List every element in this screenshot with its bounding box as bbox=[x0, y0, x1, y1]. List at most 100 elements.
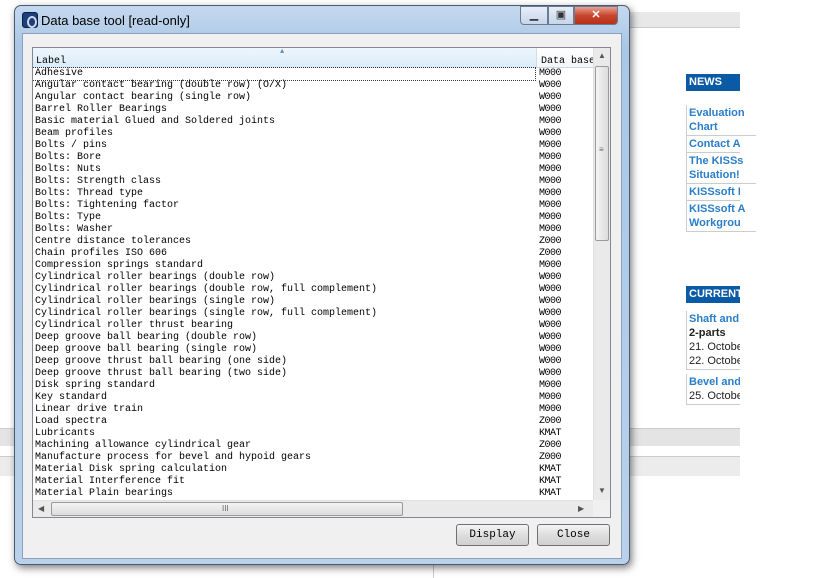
event-date: 22. Octobe bbox=[689, 355, 740, 367]
row-database: W000 bbox=[539, 308, 562, 319]
row-database: M000 bbox=[539, 164, 562, 175]
row-database: M000 bbox=[539, 200, 562, 211]
row-database: M000 bbox=[539, 392, 562, 403]
table-row[interactable]: Material Interference fit KMAT bbox=[33, 476, 593, 488]
table-row[interactable]: Manufacture process for bevel and hypoid… bbox=[33, 452, 593, 464]
event-title[interactable]: Shaft and bbox=[689, 312, 740, 326]
vertical-scroll-thumb[interactable]: ≡ bbox=[595, 66, 609, 241]
column-header-label[interactable]: Label bbox=[33, 48, 537, 68]
table-row[interactable]: Bolts: Thread type M000 bbox=[33, 188, 593, 200]
row-label: Machining allowance cylindrical gear bbox=[35, 440, 252, 451]
table-row[interactable]: Deep groove thrust ball bearing (one sid… bbox=[33, 356, 593, 368]
row-label: Angular contact bearing (double row) (O/… bbox=[35, 80, 288, 91]
table-row[interactable]: Cylindrical roller bearings (double row)… bbox=[33, 272, 593, 284]
table-row[interactable]: Material Plain bearings KMAT bbox=[33, 488, 593, 500]
maximize-icon: ▣ bbox=[555, 9, 567, 21]
event-item[interactable]: Shaft and 2-parts 21. Octobe 22. Octobe bbox=[686, 311, 740, 370]
scroll-left-icon[interactable]: ◀ bbox=[38, 504, 44, 513]
row-database: W000 bbox=[539, 104, 562, 115]
list-header: Label ▲ Data base bbox=[33, 48, 594, 68]
row-label: Key standard bbox=[35, 392, 108, 403]
scrollbar-corner bbox=[593, 500, 610, 517]
row-label: Bolts / pins bbox=[35, 140, 108, 151]
table-row[interactable]: Linear drive train M000 bbox=[33, 404, 593, 416]
close-window-button[interactable]: ✕ bbox=[574, 6, 618, 25]
table-row[interactable]: Bolts: Washer M000 bbox=[33, 224, 593, 236]
table-row[interactable]: Bolts: Type M000 bbox=[33, 212, 593, 224]
maximize-button[interactable]: ▣ bbox=[548, 6, 574, 25]
horizontal-scroll-thumb[interactable]: III bbox=[51, 502, 403, 516]
table-row[interactable]: Deep groove ball bearing (single row) W00… bbox=[33, 344, 593, 356]
row-database: Z000 bbox=[539, 416, 562, 427]
news-item[interactable]: The KISSs Situation! bbox=[686, 153, 756, 184]
table-row[interactable]: Lubricants KMAT bbox=[33, 428, 593, 440]
row-label: Cylindrical roller bearings (single row) bbox=[35, 296, 276, 307]
vertical-scrollbar[interactable]: ▲ ≡ ▼ bbox=[593, 48, 610, 500]
scroll-down-icon[interactable]: ▼ bbox=[598, 486, 606, 495]
row-database: M000 bbox=[539, 176, 562, 187]
table-row[interactable]: Beam profiles W000 bbox=[33, 128, 593, 140]
table-row[interactable]: Compression springs standard M000 bbox=[33, 260, 593, 272]
table-row[interactable]: Load spectra Z000 bbox=[33, 416, 593, 428]
table-row[interactable]: Machining allowance cylindrical gear Z000 bbox=[33, 440, 593, 452]
event-title[interactable]: Bevel and bbox=[689, 375, 740, 389]
table-row[interactable]: Cylindrical roller bearings (double row,… bbox=[33, 284, 593, 296]
horizontal-scrollbar[interactable]: ◀ III ▶ bbox=[33, 500, 593, 517]
table-row[interactable]: Adhesive M000 bbox=[33, 67, 593, 81]
table-row[interactable]: Disk spring standard M000 bbox=[33, 380, 593, 392]
minimize-button[interactable]: ▁ bbox=[520, 6, 548, 25]
table-row[interactable]: Bolts / pins M000 bbox=[33, 140, 593, 152]
row-label: Material Interference fit bbox=[35, 476, 186, 487]
row-label: Centre distance tolerances bbox=[35, 236, 192, 247]
grip-icon: III bbox=[222, 504, 229, 513]
column-header-database[interactable]: Data base bbox=[538, 48, 594, 68]
table-row[interactable]: Basic material Glued and Soldered joints… bbox=[33, 116, 593, 128]
row-label: Linear drive train bbox=[35, 404, 144, 415]
row-database: M000 bbox=[539, 224, 562, 235]
scroll-right-icon[interactable]: ▶ bbox=[578, 504, 584, 513]
row-label: Cylindrical roller bearings (double row) bbox=[35, 272, 276, 283]
news-item[interactable]: KISSsoft I bbox=[686, 184, 740, 201]
table-row[interactable]: Cylindrical roller thrust bearing W000 bbox=[33, 320, 593, 332]
row-label: Adhesive bbox=[33, 67, 536, 81]
row-database: M000 bbox=[539, 140, 562, 151]
row-label: Deep groove ball bearing (double row) bbox=[35, 332, 258, 343]
row-database: W000 bbox=[539, 272, 562, 283]
database-list[interactable]: Label ▲ Data base Adhesive M000 Angular co… bbox=[32, 47, 611, 518]
row-label: Bolts: Bore bbox=[35, 152, 102, 163]
table-row[interactable]: Cylindrical roller bearings (single row)… bbox=[33, 296, 593, 308]
table-row[interactable]: Deep groove thrust ball bearing (two sid… bbox=[33, 368, 593, 380]
app-icon bbox=[22, 12, 38, 28]
display-button[interactable]: Display bbox=[456, 524, 529, 546]
table-row[interactable]: Key standard M000 bbox=[33, 392, 593, 404]
table-row[interactable]: Material Disk spring calculation KMAT bbox=[33, 464, 593, 476]
row-label: Disk spring standard bbox=[35, 380, 156, 391]
row-database: Z000 bbox=[539, 440, 562, 451]
news-item[interactable]: Evaluation Chart bbox=[686, 105, 756, 136]
table-row[interactable]: Angular contact bearing (double row) (O/… bbox=[33, 80, 593, 92]
row-database: M000 bbox=[539, 116, 562, 127]
table-row[interactable]: Centre distance tolerances Z000 bbox=[33, 236, 593, 248]
table-row[interactable]: Bolts: Strength class M000 bbox=[33, 176, 593, 188]
list-rows: Adhesive M000 Angular contact bearing (dou… bbox=[33, 67, 593, 500]
table-row[interactable]: Bolts: Bore M000 bbox=[33, 152, 593, 164]
news-item[interactable]: KISSsoft A Workgrou bbox=[686, 201, 756, 232]
close-button[interactable]: Close bbox=[537, 524, 610, 546]
close-x-icon: ✕ bbox=[591, 9, 601, 21]
table-row[interactable]: Cylindrical roller bearings (single row,… bbox=[33, 308, 593, 320]
table-row[interactable]: Angular contact bearing (single row) W000 bbox=[33, 92, 593, 104]
table-row[interactable]: Deep groove ball bearing (double row) W00… bbox=[33, 332, 593, 344]
background-toolbar bbox=[630, 12, 740, 28]
news-item[interactable]: Contact A bbox=[686, 136, 740, 153]
table-row[interactable]: Barrel Roller Bearings W000 bbox=[33, 104, 593, 116]
row-database: KMAT bbox=[539, 488, 562, 499]
row-label: Material Plain bearings bbox=[35, 488, 174, 499]
row-database: W000 bbox=[539, 368, 562, 379]
row-label: Bolts: Washer bbox=[35, 224, 114, 235]
row-label: Cylindrical roller thrust bearing bbox=[35, 320, 234, 331]
table-row[interactable]: Bolts: Tightening factor M000 bbox=[33, 200, 593, 212]
table-row[interactable]: Bolts: Nuts M000 bbox=[33, 164, 593, 176]
scroll-up-icon[interactable]: ▲ bbox=[598, 51, 606, 60]
table-row[interactable]: Chain profiles ISO 606 Z000 bbox=[33, 248, 593, 260]
event-item[interactable]: Bevel and 25. Octobe bbox=[686, 374, 740, 405]
